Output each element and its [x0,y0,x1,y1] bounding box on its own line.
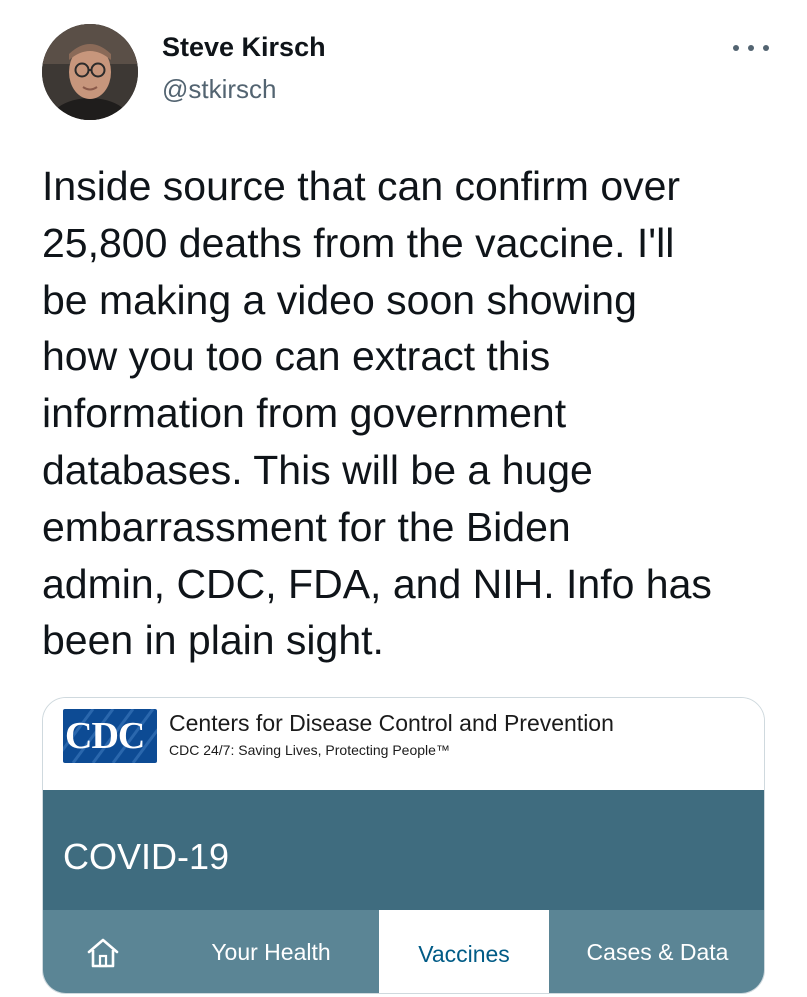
tweet-text-line: how you too can extract this [42,333,551,380]
covid-banner: COVID-19 [43,790,764,910]
tweet-text-line: 25,800 deaths from the vaccine. I'll [42,219,675,266]
nav-your-health[interactable]: Your Health [163,910,379,993]
nav-cases-data[interactable]: Cases & Data [549,910,764,993]
tweet-text-line: databases. This will be a huge [42,446,593,493]
tweet-text-line: embarrassment for the Biden [42,503,571,550]
tweet-text-line: admin, CDC, FDA, and NIH. Info has [42,560,712,607]
cdc-nav: Your Health Vaccines Cases & Data [43,910,764,993]
cdc-header: CDC Centers for Disease Control and Prev… [43,698,764,790]
tweet-text: Inside source that can confirm over 25,8… [42,158,772,669]
cdc-title: Centers for Disease Control and Preventi… [169,710,614,736]
tweet-text-line: be making a video soon showing [42,276,637,323]
tweet-text-line: information from government [42,390,567,437]
more-dot [733,45,739,51]
cdc-tagline: CDC 24/7: Saving Lives, Protecting Peopl… [169,742,450,758]
author-name[interactable]: Steve Kirsch [162,32,326,63]
tweet: Steve Kirsch @stkirsch Inside source tha… [0,0,807,997]
media-image-card[interactable]: CDC Centers for Disease Control and Prev… [42,697,765,994]
banner-title: COVID-19 [63,836,230,877]
avatar-photo [42,24,138,120]
more-dot [763,45,769,51]
tweet-text-line: been in plain sight. [42,617,384,664]
nav-home[interactable] [43,910,163,993]
cdc-logo-text: CDC [65,715,145,757]
nav-vaccines[interactable]: Vaccines [379,910,549,993]
more-horizontal-icon[interactable] [733,40,769,56]
avatar[interactable] [42,24,138,120]
cdc-logo: CDC [63,709,157,763]
more-dot [748,45,754,51]
home-icon [87,938,119,967]
author-handle[interactable]: @stkirsch [162,74,277,105]
tweet-text-line: Inside source that can confirm over [42,163,681,209]
